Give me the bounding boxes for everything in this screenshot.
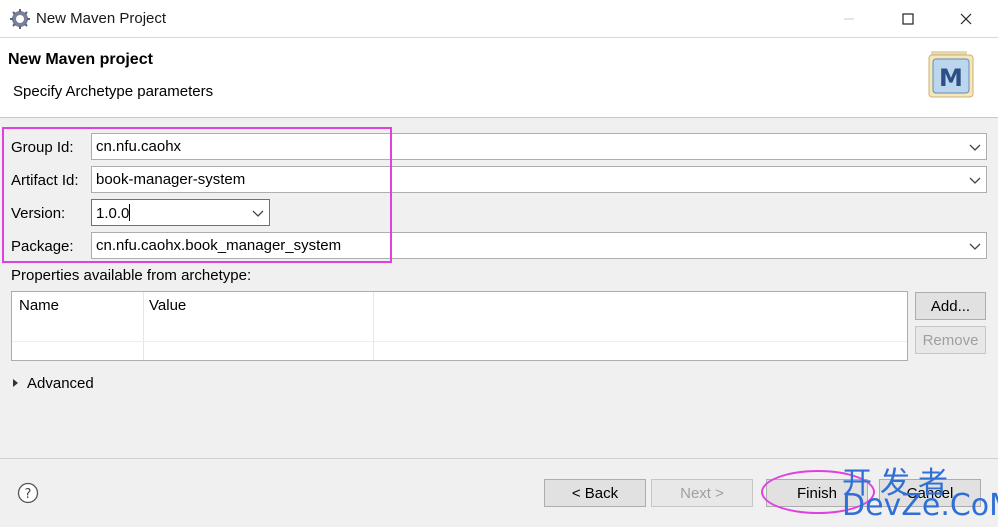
close-icon <box>960 13 972 25</box>
package-value: cn.nfu.caohx.book_manager_system <box>96 237 342 254</box>
text-caret <box>129 204 131 221</box>
package-label: Package: <box>11 238 74 255</box>
column-divider <box>143 292 144 360</box>
wizard-banner: New Maven project Specify Archetype para… <box>0 38 998 118</box>
cancel-button[interactable]: Cancel <box>879 479 981 507</box>
column-divider <box>373 292 374 360</box>
version-value-text: 1.0.0 <box>96 205 130 222</box>
next-button[interactable]: Next > <box>651 479 753 507</box>
maximize-icon <box>902 13 914 25</box>
advanced-label: Advanced <box>27 375 94 392</box>
footer-separator <box>0 458 998 459</box>
eclipse-gear-icon <box>10 9 30 29</box>
remove-property-button[interactable]: Remove <box>915 326 986 354</box>
title-bar: New Maven Project <box>0 0 998 38</box>
back-button[interactable]: < Back <box>544 479 646 507</box>
expand-triangle-icon <box>13 379 18 387</box>
group-id-label: Group Id: <box>11 139 74 156</box>
minimize-icon <box>844 18 854 20</box>
group-id-value: cn.nfu.caohx <box>96 138 182 155</box>
add-property-button[interactable]: Add... <box>915 292 986 320</box>
chevron-down-icon[interactable] <box>968 140 982 154</box>
row-divider <box>12 341 907 342</box>
close-button[interactable] <box>943 0 989 38</box>
finish-button[interactable]: Finish <box>766 479 868 507</box>
svg-text:M: M <box>939 64 963 92</box>
properties-label: Properties available from archetype: <box>11 267 252 284</box>
maven-logo-icon: M <box>928 51 974 98</box>
maximize-button[interactable] <box>885 0 931 38</box>
chevron-down-icon[interactable] <box>251 206 265 220</box>
column-header-name[interactable]: Name <box>19 297 59 314</box>
artifact-id-value: book-manager-system <box>96 171 246 188</box>
package-combo[interactable]: cn.nfu.caohx.book_manager_system <box>91 232 987 259</box>
artifact-id-label: Artifact Id: <box>11 172 79 189</box>
wizard-subtitle: Specify Archetype parameters <box>13 83 214 100</box>
column-header-value[interactable]: Value <box>149 297 186 314</box>
artifact-id-combo[interactable]: book-manager-system <box>91 166 987 193</box>
chevron-down-icon[interactable] <box>968 239 982 253</box>
group-id-combo[interactable]: cn.nfu.caohx <box>91 133 987 160</box>
properties-table[interactable]: Name Value <box>11 291 908 361</box>
chevron-down-icon[interactable] <box>968 173 982 187</box>
minimize-button[interactable] <box>826 0 872 38</box>
advanced-toggle[interactable]: Advanced <box>13 375 94 392</box>
version-value: 1.0.0 <box>96 204 131 222</box>
window-title: New Maven Project <box>36 10 167 27</box>
help-icon[interactable]: ? <box>17 482 39 504</box>
version-combo[interactable]: 1.0.0 <box>91 199 270 226</box>
svg-text:?: ? <box>25 487 32 502</box>
wizard-title: New Maven project <box>8 51 153 68</box>
version-label: Version: <box>11 205 66 222</box>
